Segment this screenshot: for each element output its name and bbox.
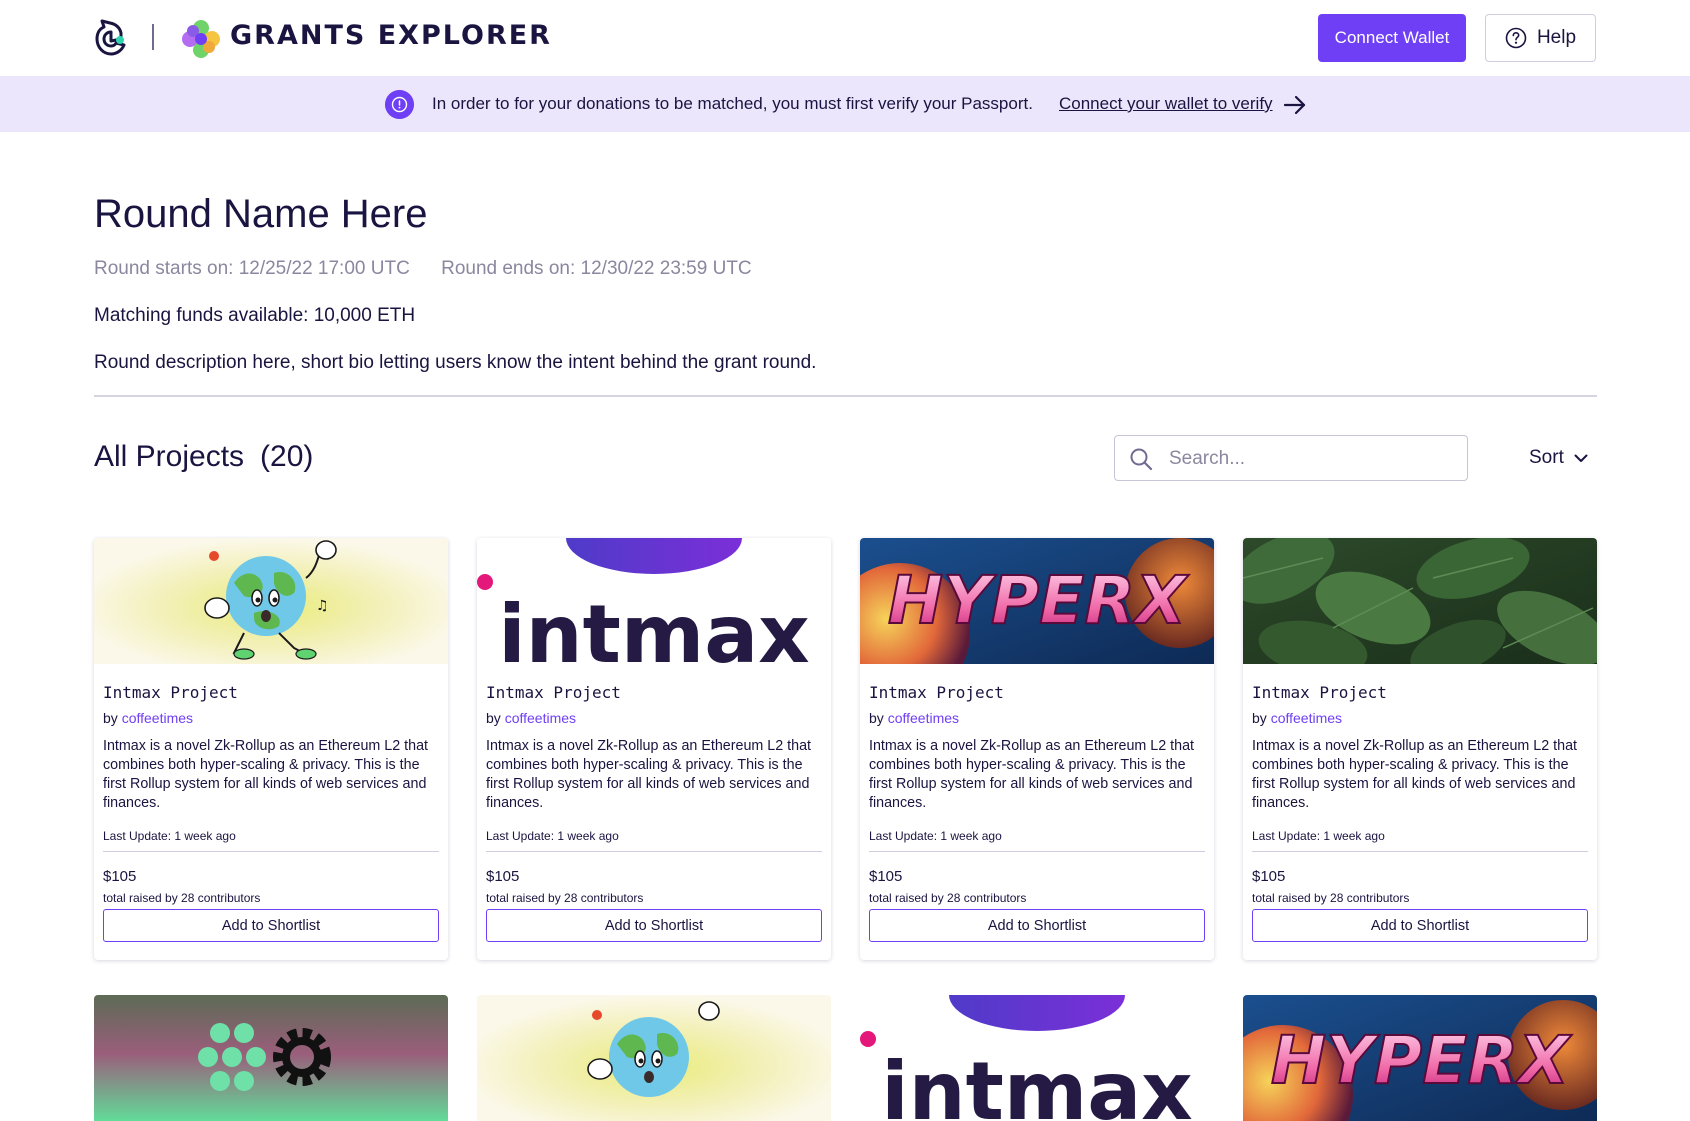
by-label: by xyxy=(869,710,884,726)
project-last-update: Last Update: 1 week ago xyxy=(486,829,619,843)
project-card-partial[interactable] xyxy=(477,995,831,1121)
by-label: by xyxy=(103,710,118,726)
grants-flower-logo-icon[interactable] xyxy=(182,20,220,58)
top-header: GRANTS EXPLORER Connect Wallet Help xyxy=(0,0,1690,76)
project-title[interactable]: Intmax Project xyxy=(1252,683,1387,702)
project-banner-earth-image: ♫ xyxy=(94,538,448,664)
round-dates: Round starts on: 12/25/22 17:00 UTC Roun… xyxy=(94,258,778,280)
help-button[interactable]: Help xyxy=(1485,14,1596,62)
hyperx-logo-text: HYPERX xyxy=(1271,1022,1572,1099)
gitcoin-logo-icon[interactable] xyxy=(94,19,126,57)
project-title[interactable]: Intmax Project xyxy=(486,683,621,702)
project-amount-raised: $105 xyxy=(1252,868,1286,885)
project-banner-intmax-image: intmax xyxy=(477,538,831,664)
projects-heading-label: All Projects xyxy=(94,440,245,473)
project-description: Intmax is a novel Zk-Rollup as an Ethere… xyxy=(1252,738,1578,811)
intmax-logo-text: intmax xyxy=(881,1045,1193,1121)
project-banner-leaves-image xyxy=(1243,538,1597,664)
project-author-link[interactable]: coffeetimes xyxy=(888,710,959,726)
round-description: Round description here, short bio lettin… xyxy=(94,352,817,373)
search-icon xyxy=(1130,448,1153,471)
project-banner-dots-gear-image xyxy=(94,995,448,1121)
card-divider xyxy=(103,851,439,852)
projects-count: (20) xyxy=(260,440,314,473)
logo-separator xyxy=(152,24,154,50)
question-circle-icon xyxy=(1505,27,1527,49)
project-contributors: total raised by 28 contributors xyxy=(486,891,644,905)
search-box[interactable] xyxy=(1114,435,1468,481)
project-last-update: Last Update: 1 week ago xyxy=(869,829,1002,843)
search-input[interactable] xyxy=(1169,444,1459,474)
project-contributors: total raised by 28 contributors xyxy=(869,891,1027,905)
card-divider xyxy=(486,851,822,852)
project-amount-raised: $105 xyxy=(103,868,137,885)
sort-dropdown[interactable]: Sort xyxy=(1529,447,1588,469)
round-title: Round Name Here xyxy=(94,192,428,236)
info-icon xyxy=(385,90,414,119)
project-card[interactable]: ♫ Intmax Project by coffeetimes Intmax i… xyxy=(94,538,448,960)
intmax-logo-text: intmax xyxy=(498,588,810,664)
svg-text:♫: ♫ xyxy=(316,598,329,614)
all-projects-heading: All Projects (20) xyxy=(94,440,313,474)
project-author-link[interactable]: coffeetimes xyxy=(505,710,576,726)
project-author-line: by coffeetimes xyxy=(869,710,959,726)
banner-message: In order to for your donations to be mat… xyxy=(432,94,1033,113)
project-card[interactable]: intmax Intmax Project by coffeetimes Int… xyxy=(477,538,831,960)
project-card[interactable]: HYPERX Intmax Project by coffeetimes Int… xyxy=(860,538,1214,960)
project-amount-raised: $105 xyxy=(869,868,903,885)
add-to-shortlist-button[interactable]: Add to Shortlist xyxy=(1252,909,1588,942)
project-banner-earth-image xyxy=(477,995,831,1121)
project-author-line: by coffeetimes xyxy=(486,710,576,726)
project-author-line: by coffeetimes xyxy=(1252,710,1342,726)
project-banner-hyperx-image: HYPERX xyxy=(1243,995,1597,1121)
matching-funds: Matching funds available: 10,000 ETH xyxy=(94,305,416,326)
project-author-link[interactable]: coffeetimes xyxy=(122,710,193,726)
hyperx-logo-text: HYPERX xyxy=(888,562,1189,639)
section-divider xyxy=(94,395,1597,397)
by-label: by xyxy=(1252,710,1267,726)
project-author-link[interactable]: coffeetimes xyxy=(1271,710,1342,726)
project-description: Intmax is a novel Zk-Rollup as an Ethere… xyxy=(486,738,812,811)
round-start-date: Round starts on: 12/25/22 17:00 UTC xyxy=(94,258,410,279)
add-to-shortlist-button[interactable]: Add to Shortlist xyxy=(869,909,1205,942)
project-banner-hyperx-image: HYPERX xyxy=(860,538,1214,664)
project-title[interactable]: Intmax Project xyxy=(103,683,238,702)
project-contributors: total raised by 28 contributors xyxy=(1252,891,1410,905)
project-last-update: Last Update: 1 week ago xyxy=(1252,829,1385,843)
project-contributors: total raised by 28 contributors xyxy=(103,891,261,905)
project-description: Intmax is a novel Zk-Rollup as an Ethere… xyxy=(103,738,429,811)
card-divider xyxy=(869,851,1205,852)
add-to-shortlist-button[interactable]: Add to Shortlist xyxy=(103,909,439,942)
brand-title: GRANTS EXPLORER xyxy=(230,20,552,51)
help-label: Help xyxy=(1536,27,1577,48)
passport-banner: In order to for your donations to be mat… xyxy=(0,76,1690,132)
project-author-line: by coffeetimes xyxy=(103,710,193,726)
project-card-partial[interactable]: intmax xyxy=(860,995,1214,1121)
project-amount-raised: $105 xyxy=(486,868,520,885)
round-end-date: Round ends on: 12/30/22 23:59 UTC xyxy=(441,258,752,279)
project-description: Intmax is a novel Zk-Rollup as an Ethere… xyxy=(869,738,1195,811)
project-card-partial[interactable]: HYPERX xyxy=(1243,995,1597,1121)
project-card[interactable]: Intmax Project by coffeetimes Intmax is … xyxy=(1243,538,1597,960)
project-last-update: Last Update: 1 week ago xyxy=(103,829,236,843)
project-banner-intmax-image: intmax xyxy=(860,995,1214,1121)
card-divider xyxy=(1252,851,1588,852)
by-label: by xyxy=(486,710,501,726)
sort-label: Sort xyxy=(1529,447,1564,468)
connect-wallet-button[interactable]: Connect Wallet xyxy=(1318,14,1466,62)
project-title[interactable]: Intmax Project xyxy=(869,683,1004,702)
arrow-right-icon[interactable] xyxy=(1283,94,1307,116)
add-to-shortlist-button[interactable]: Add to Shortlist xyxy=(486,909,822,942)
project-card-partial[interactable] xyxy=(94,995,448,1121)
chevron-down-icon xyxy=(1574,454,1588,462)
connect-wallet-verify-link[interactable]: Connect your wallet to verify xyxy=(1059,94,1273,114)
